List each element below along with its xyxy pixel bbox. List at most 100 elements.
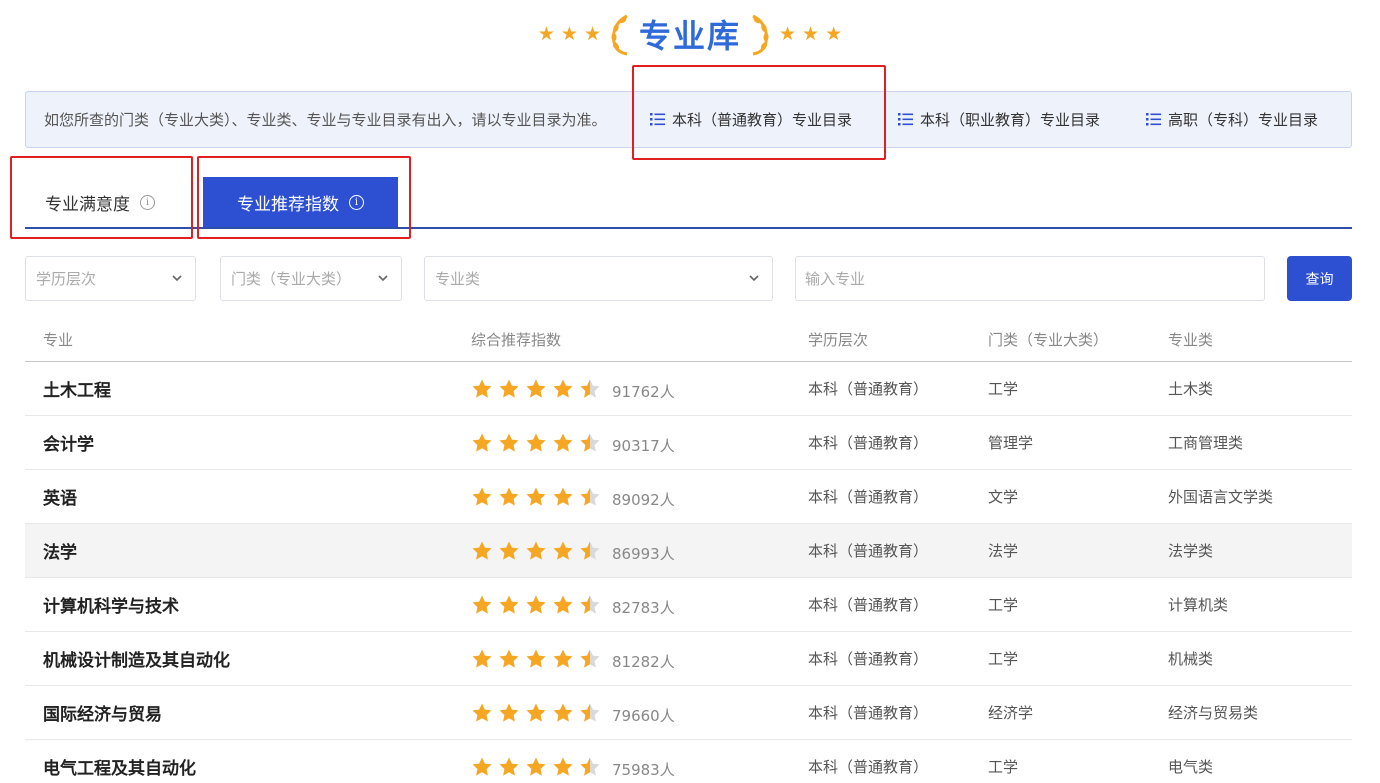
rating-count: 91762人 (612, 383, 675, 401)
table-row[interactable]: 国际经济与贸易 79660人 本科（普通教育） 经济学 经济与贸易类 (25, 686, 1352, 740)
major-level: 本科（普通教育） (808, 542, 929, 560)
info-icon[interactable]: i (349, 194, 364, 210)
chevron-down-icon (172, 275, 182, 282)
laurel-right-icon (752, 14, 769, 56)
table-row[interactable]: 会计学 90317人 本科（普通教育） 管理学 工商管理类 (25, 416, 1352, 470)
major-category: 经济学 (988, 704, 1034, 722)
major-table: 专业 综合推荐指数 学历层次 门类（专业大类） 专业类 土木工程 91762人 … (25, 318, 1352, 783)
star-icon (472, 541, 492, 560)
major-name[interactable]: 机械设计制造及其自动化 (43, 646, 230, 671)
rating-count: 90317人 (612, 437, 675, 455)
tab-label: 专业满意度 (45, 194, 130, 215)
major-level: 本科（普通教育） (808, 596, 929, 614)
rating: 86993人 (471, 537, 675, 564)
star-icon (499, 541, 519, 560)
page-title: 专业库 (638, 17, 741, 55)
rating-count: 82783人 (612, 599, 675, 617)
half-star-icon (580, 433, 600, 452)
major-level: 本科（普通教育） (808, 650, 929, 668)
star-icon (499, 379, 519, 398)
star-icon (499, 487, 519, 506)
star-icon (553, 595, 573, 614)
major-subclass: 计算机类 (1168, 596, 1229, 614)
info-icon[interactable]: i (140, 194, 155, 210)
vocational-college-directory-link[interactable]: 高职（专科）专业目录 (1146, 92, 1318, 147)
star-icon (526, 595, 546, 614)
tab-recommend-index[interactable]: 专业推荐指数 i (203, 177, 398, 227)
rating: 90317人 (471, 429, 675, 456)
star-icon: ★ (825, 23, 843, 45)
chevron-down-icon (378, 275, 388, 282)
star-icon (526, 487, 546, 506)
major-category: 管理学 (988, 434, 1034, 452)
header-rating: 综合推荐指数 (471, 331, 562, 349)
table-row[interactable]: 法学 86993人 本科（普通教育） 法学 法学类 (25, 524, 1352, 578)
star-icon (526, 379, 546, 398)
tab-bar: 专业满意度 i 专业推荐指数 i (25, 177, 1352, 229)
rating: 75983人 (471, 753, 675, 780)
table-row[interactable]: 英语 89092人 本科（普通教育） 文学 外国语言文学类 (25, 470, 1352, 524)
link-label: 本科（普通教育）专业目录 (672, 111, 853, 129)
notice-bar: 如您所查的门类（专业大类）、专业类、专业与专业目录有出入，请以专业目录为准。 本… (25, 91, 1352, 148)
link-label: 本科（职业教育）专业目录 (920, 111, 1101, 129)
major-search-input[interactable] (795, 256, 1265, 301)
chevron-down-icon (749, 275, 759, 282)
notice-text: 如您所查的门类（专业大类）、专业类、专业与专业目录有出入，请以专业目录为准。 (44, 111, 607, 129)
select-placeholder: 学历层次 (36, 270, 97, 288)
major-level: 本科（普通教育） (808, 380, 929, 398)
tab-satisfaction[interactable]: 专业满意度 i (25, 177, 175, 227)
star-icon (499, 703, 519, 722)
list-icon (1146, 113, 1161, 126)
major-name[interactable]: 会计学 (43, 430, 94, 455)
star-icon (472, 649, 492, 668)
major-name[interactable]: 英语 (43, 484, 77, 509)
table-row[interactable]: 土木工程 91762人 本科（普通教育） 工学 土木类 (25, 362, 1352, 416)
undergrad-vocational-directory-link[interactable]: 本科（职业教育）专业目录 (898, 92, 1100, 147)
major-category: 文学 (988, 488, 1019, 506)
laurel-left-icon (611, 14, 628, 56)
star-icon (526, 757, 546, 776)
table-row[interactable]: 机械设计制造及其自动化 81282人 本科（普通教育） 工学 机械类 (25, 632, 1352, 686)
major-name[interactable]: 电气工程及其自动化 (43, 754, 196, 779)
level-select[interactable]: 学历层次 (25, 256, 196, 301)
rating-count: 75983人 (612, 761, 675, 779)
star-icon: ★ (802, 23, 820, 45)
header-category: 门类（专业大类） (988, 331, 1109, 349)
major-name[interactable]: 法学 (43, 538, 77, 563)
star-icon (499, 649, 519, 668)
major-name[interactable]: 土木工程 (43, 376, 111, 401)
header-level: 学历层次 (808, 331, 869, 349)
left-stars: ★ ★ ★ (538, 23, 601, 45)
major-category: 法学 (988, 542, 1019, 560)
star-icon (553, 541, 573, 560)
half-star-icon (580, 649, 600, 668)
half-star-icon (580, 487, 600, 506)
major-subclass: 工商管理类 (1168, 434, 1244, 452)
major-name[interactable]: 计算机科学与技术 (43, 592, 179, 617)
half-star-icon (580, 757, 600, 776)
undergrad-general-directory-link[interactable]: 本科（普通教育）专业目录 (650, 92, 852, 147)
rating-count: 89092人 (612, 491, 675, 509)
star-icon (553, 757, 573, 776)
major-level: 本科（普通教育） (808, 758, 929, 776)
rating: 79660人 (471, 699, 675, 726)
page-header: ★ ★ ★ 专业库 ★ ★ ★ (0, 8, 1380, 60)
category-select[interactable]: 门类（专业大类） (220, 256, 402, 301)
half-star-icon (580, 595, 600, 614)
major-subclass: 电气类 (1168, 758, 1214, 776)
major-name[interactable]: 国际经济与贸易 (43, 700, 162, 725)
rating: 81282人 (471, 645, 675, 672)
table-header: 专业 综合推荐指数 学历层次 门类（专业大类） 专业类 (25, 318, 1352, 362)
table-row[interactable]: 电气工程及其自动化 75983人 本科（普通教育） 工学 电气类 (25, 740, 1352, 783)
select-placeholder: 门类（专业大类） (231, 270, 352, 288)
major-subclass: 土木类 (1168, 380, 1214, 398)
star-icon: ★ (583, 23, 601, 45)
star-icon (472, 757, 492, 776)
star-icon (553, 703, 573, 722)
major-category: 工学 (988, 596, 1019, 614)
table-row[interactable]: 计算机科学与技术 82783人 本科（普通教育） 工学 计算机类 (25, 578, 1352, 632)
half-star-icon (580, 541, 600, 560)
rating: 82783人 (471, 591, 675, 618)
subclass-select[interactable]: 专业类 (424, 256, 773, 301)
query-button[interactable]: 查询 (1287, 256, 1352, 301)
